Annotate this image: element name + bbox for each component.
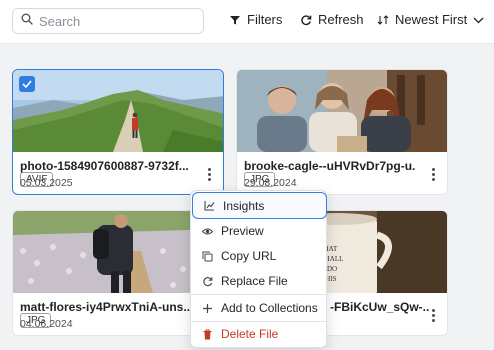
mug-text: DO [327, 265, 337, 273]
copy-icon [202, 251, 213, 262]
menu-item-replace-file[interactable]: Replace File [191, 269, 326, 293]
more-options-icon[interactable] [427, 165, 439, 183]
menu-item-delete-file[interactable]: Delete File [191, 322, 326, 346]
search-box[interactable] [12, 8, 204, 34]
more-options-icon[interactable] [203, 165, 215, 183]
refresh-icon [202, 276, 213, 287]
menu-item-label: Copy URL [221, 249, 277, 263]
menu-item-copy-url[interactable]: Copy URL [191, 244, 326, 268]
sort-label: Newest First [395, 12, 468, 27]
menu-item-preview[interactable]: Preview [191, 219, 326, 243]
chevron-down-icon [473, 16, 484, 24]
filters-label: Filters [247, 12, 283, 27]
file-name: -FBiKcUw_sQw-... [330, 300, 430, 314]
chart-icon [204, 200, 215, 211]
thumbnail-image [237, 70, 447, 152]
thumbnail-image [13, 70, 223, 152]
file-date: 05.03.2025 [20, 177, 73, 189]
trash-icon [202, 329, 213, 340]
refresh-button[interactable]: Refresh [300, 12, 364, 27]
menu-item-add-to-collections[interactable]: Add to Collections [191, 296, 326, 320]
menu-item-label: Replace File [221, 274, 288, 288]
refresh-icon [300, 14, 312, 26]
menu-item-label: Delete File [221, 327, 279, 341]
menu-item-label: Preview [221, 224, 264, 238]
file-name: photo-1584907600887-9732f... [20, 159, 189, 173]
file-name: brooke-cagle--uHVRvDr7pg-u... [244, 159, 416, 173]
eye-icon [202, 226, 213, 237]
file-date: 29.08.2024 [244, 177, 297, 189]
sort-icon [377, 14, 389, 26]
context-menu: Insights Preview Copy URL Replace File A… [190, 190, 327, 348]
file-card[interactable]: AVIF photo-1584907600887-9732f... 05.03.… [12, 69, 224, 195]
search-input[interactable] [39, 13, 189, 29]
selected-checkbox[interactable] [19, 76, 35, 92]
menu-divider [191, 294, 326, 295]
refresh-label: Refresh [318, 12, 364, 27]
sort-dropdown[interactable]: Newest First [377, 12, 484, 27]
menu-item-label: Insights [223, 198, 265, 213]
file-card[interactable]: JPG brooke-cagle--uHVRvDr7pg-u... 29.08.… [236, 69, 448, 195]
toolbar: Filters Refresh Newest First [0, 0, 494, 44]
file-name: matt-flores-iy4PrwxTniA-uns... [20, 300, 192, 314]
plus-icon [202, 303, 213, 314]
filters-button[interactable]: Filters [229, 12, 282, 27]
search-icon [21, 12, 33, 30]
filter-icon [229, 14, 241, 26]
menu-item-insights[interactable]: Insights [192, 192, 327, 219]
menu-item-label: Add to Collections [221, 301, 318, 315]
file-date: 04.06.2024 [20, 318, 73, 330]
more-options-icon[interactable] [427, 306, 439, 324]
